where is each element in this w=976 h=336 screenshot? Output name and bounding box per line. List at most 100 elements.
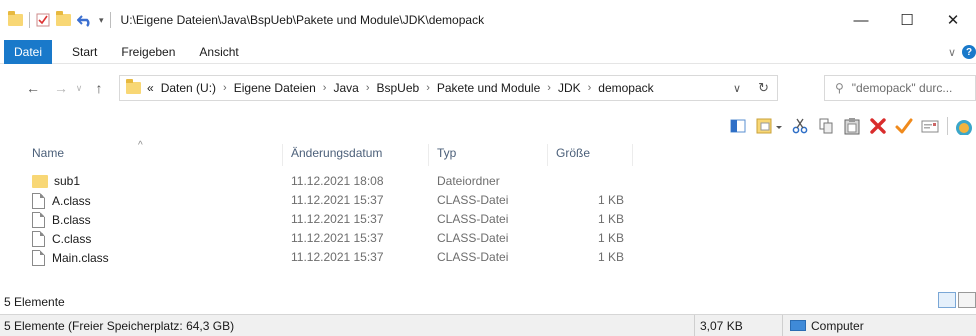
file-name: A.class [52, 194, 91, 208]
undo-icon[interactable] [77, 13, 93, 27]
customize-quick-access-icon[interactable]: ▾ [99, 15, 104, 26]
column-header-type[interactable]: Typ [437, 146, 456, 160]
list-item[interactable]: C.class 11.12.2021 15:37 CLASS-Datei 1 K… [0, 229, 976, 248]
file-list: sub1 11.12.2021 18:08 Dateiordner A.clas… [0, 172, 976, 267]
back-button[interactable]: ← [22, 80, 44, 96]
copy-icon[interactable] [814, 115, 838, 137]
search-placeholder: "demopack" durc... [851, 81, 953, 95]
folder-icon [8, 11, 23, 26]
file-size: 1 KB [597, 250, 624, 264]
minimize-button[interactable]: — [838, 0, 884, 40]
breadcrumb-overflow[interactable]: « [147, 81, 154, 95]
properties-icon[interactable] [36, 13, 50, 27]
quick-access-toolbar: ▾ U:\Eigene Dateien\Java\BspUeb\Pakete u… [0, 0, 484, 40]
window-title: U:\Eigene Dateien\Java\BspUeb\Pakete und… [120, 13, 485, 27]
breadcrumb-jdk[interactable]: › JDK [540, 81, 580, 95]
cut-icon[interactable] [788, 115, 812, 137]
navigation-bar: ← → ∨ ↑ « Daten (U:) › Eigene Dateien › Ja… [0, 64, 976, 112]
breadcrumb-pakete-und-module[interactable]: › Pakete und Module [419, 81, 540, 95]
address-dropdown-icon[interactable]: ∨ [733, 82, 741, 95]
status-size: 3,07 KB [700, 319, 743, 333]
breadcrumb-bspueb[interactable]: › BspUeb [359, 81, 419, 95]
column-divider[interactable] [282, 144, 283, 166]
ribbon-tabs: Datei Start Freigeben Ansicht ∨ ? [0, 39, 976, 64]
column-header-date[interactable]: Änderungsdatum [291, 146, 382, 160]
file-size: 1 KB [597, 212, 624, 226]
status-bar: 5 Elemente (Freier Speicherplatz: 64,3 G… [0, 314, 976, 336]
file-icon [32, 231, 45, 247]
ribbon-help-area: ∨ ? [948, 40, 976, 64]
file-date: 11.12.2021 18:08 [291, 174, 384, 188]
file-icon [32, 250, 45, 266]
breadcrumb-demopack[interactable]: › demopack [581, 81, 654, 95]
breadcrumb-eigene-dateien[interactable]: › Eigene Dateien [216, 81, 316, 95]
file-icon [32, 212, 45, 228]
email-icon[interactable] [918, 115, 942, 137]
file-type: CLASS-Datei [437, 231, 509, 245]
column-divider[interactable] [428, 144, 429, 166]
tab-start[interactable]: Start [60, 40, 109, 64]
column-divider[interactable] [632, 144, 633, 166]
file-size: 1 KB [597, 231, 624, 245]
search-icon: ⚲ [835, 81, 844, 95]
file-size: 1 KB [597, 193, 624, 207]
recent-locations-button[interactable]: ∨ [72, 83, 86, 94]
file-date: 11.12.2021 15:37 [291, 231, 384, 245]
folder-icon [126, 79, 141, 94]
delete-icon[interactable] [866, 115, 890, 137]
list-item[interactable]: B.class 11.12.2021 15:37 CLASS-Datei 1 K… [0, 210, 976, 229]
file-name: Main.class [52, 251, 109, 265]
list-item[interactable]: sub1 11.12.2021 18:08 Dateiordner [0, 172, 976, 191]
item-count: 5 Elemente [4, 295, 65, 309]
file-date: 11.12.2021 15:37 [291, 250, 384, 264]
address-bar[interactable]: « Daten (U:) › Eigene Dateien › Java › BspU… [119, 75, 778, 101]
view-toggle [936, 292, 976, 308]
new-item-icon[interactable] [752, 115, 786, 137]
maximize-button[interactable]: ☐ [884, 0, 930, 40]
refresh-icon[interactable]: ↻ [758, 80, 769, 96]
forward-button[interactable]: → [50, 80, 72, 96]
status-text: 5 Elemente (Freier Speicherplatz: 64,3 G… [4, 319, 235, 333]
list-item[interactable]: Main.class 11.12.2021 15:37 CLASS-Datei … [0, 248, 976, 267]
tab-datei[interactable]: Datei [4, 39, 53, 64]
file-date: 11.12.2021 15:37 [291, 193, 384, 207]
divider [694, 315, 695, 336]
window-controls: — ☐ ✕ [838, 0, 976, 40]
file-name: C.class [52, 232, 92, 246]
preview-pane-icon[interactable] [726, 115, 750, 137]
new-folder-icon[interactable] [56, 11, 71, 26]
file-name: B.class [52, 213, 91, 227]
divider [944, 115, 950, 137]
folder-icon [32, 174, 48, 188]
column-divider[interactable] [547, 144, 548, 166]
divider [29, 12, 30, 28]
search-input[interactable]: ⚲ "demopack" durc... [824, 75, 976, 101]
sort-ascending-icon: ^ [138, 140, 143, 151]
paste-icon[interactable] [840, 115, 864, 137]
file-icon [32, 193, 45, 209]
tab-ansicht[interactable]: Ansicht [187, 40, 250, 64]
file-type: CLASS-Datei [437, 193, 509, 207]
large-icons-view-icon[interactable] [958, 292, 976, 308]
rename-check-icon[interactable] [892, 115, 916, 137]
details-view-icon[interactable] [938, 292, 956, 308]
shell-icon[interactable] [952, 115, 976, 137]
breadcrumb-daten[interactable]: Daten (U:) [154, 81, 216, 95]
close-button[interactable]: ✕ [930, 0, 976, 40]
breadcrumb-java[interactable]: › Java [316, 81, 359, 95]
column-header-name[interactable]: Name [32, 146, 64, 160]
divider [109, 12, 111, 28]
up-button[interactable]: ↑ [88, 80, 110, 96]
computer-icon [790, 320, 806, 332]
status-location: Computer [790, 319, 864, 333]
help-icon[interactable]: ? [962, 45, 976, 59]
file-name: sub1 [54, 174, 81, 188]
column-header-size[interactable]: Größe [556, 146, 590, 160]
file-type: Dateiordner [437, 174, 500, 188]
command-toolbar [0, 112, 976, 140]
tab-freigeben[interactable]: Freigeben [109, 40, 187, 64]
divider [782, 315, 783, 336]
file-type: CLASS-Datei [437, 250, 509, 264]
list-item[interactable]: A.class 11.12.2021 15:37 CLASS-Datei 1 K… [0, 191, 976, 210]
expand-ribbon-icon[interactable]: ∨ [948, 46, 956, 59]
